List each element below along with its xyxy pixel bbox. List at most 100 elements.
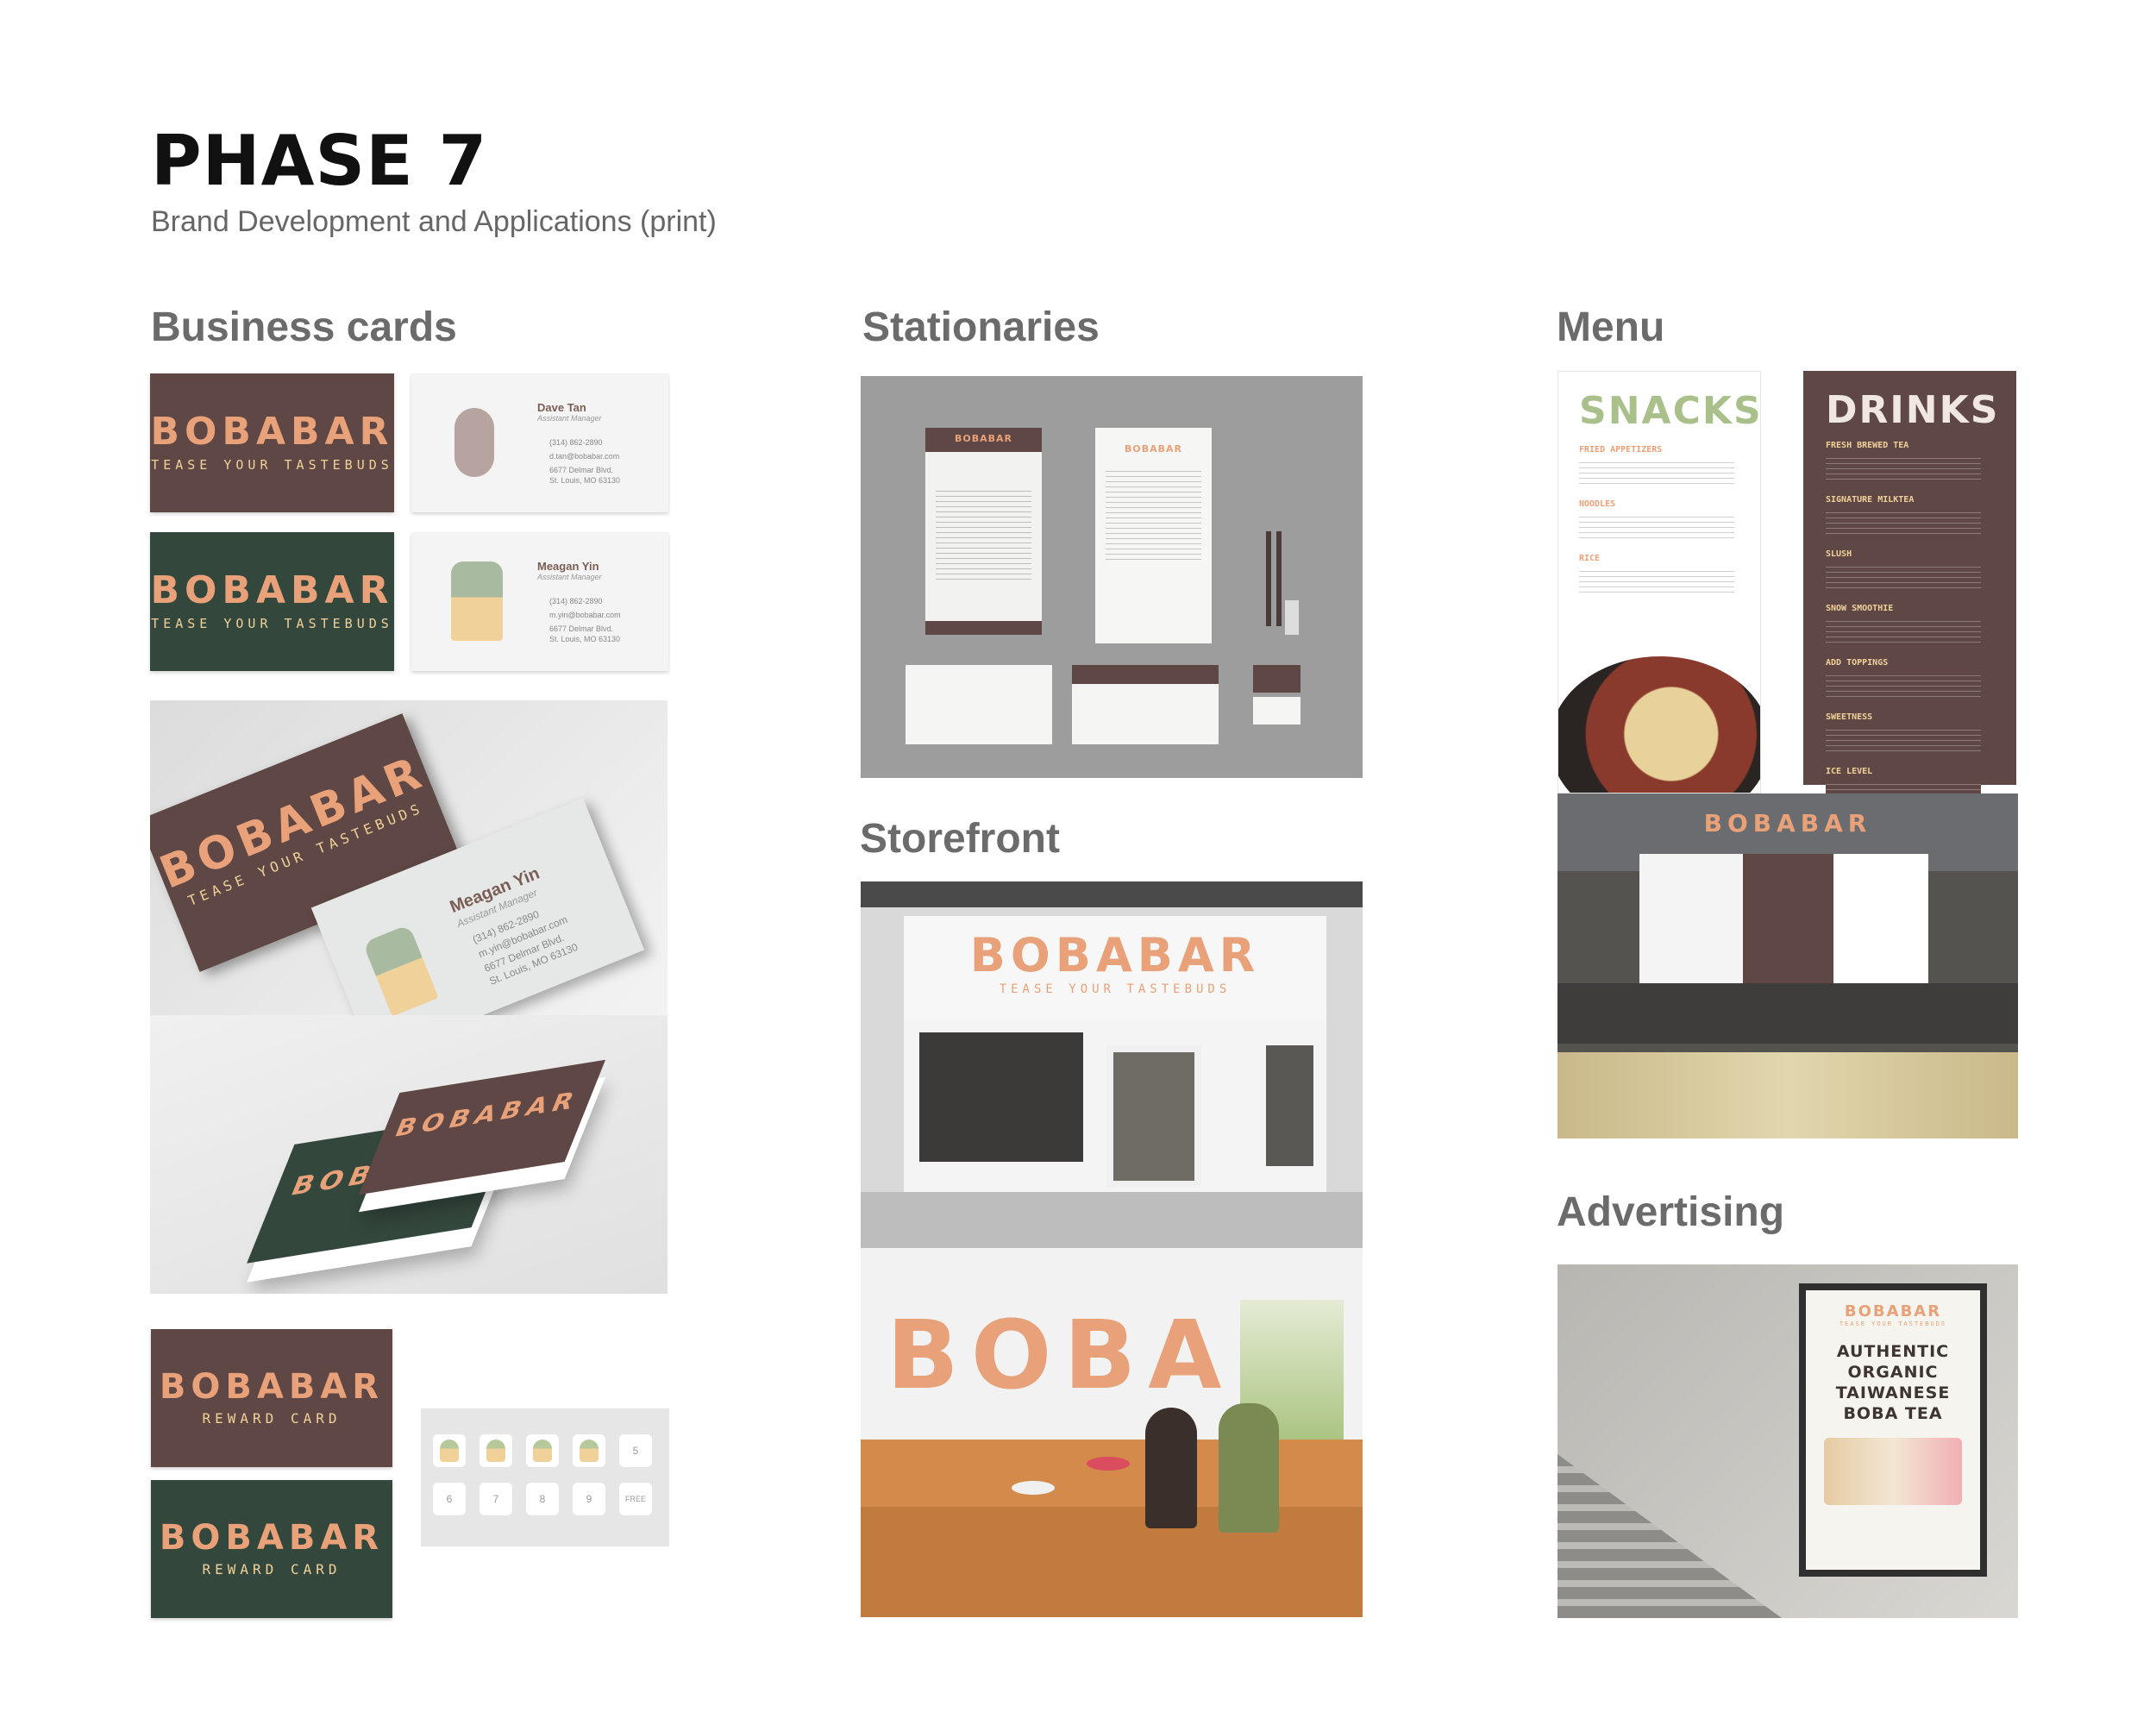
menu-item-lines [1826,617,1981,643]
menu-item-lines [1826,562,1981,588]
letterhead-white: BOBABAR [1095,428,1212,643]
brand-logo: BOBABAR [159,1518,385,1558]
ad-headline-line: TAIWANESE [1835,1383,1951,1402]
envelope-window [906,665,1052,744]
contact-phone: (314) 862-2890 [549,597,603,605]
storefront-door [1106,1045,1201,1188]
section-title-storefront: Storefront [860,816,1060,862]
contact-name: Dave Tan [537,401,586,414]
menu-section-heading: RICE [1579,554,1601,563]
reward-card-label: REWARD CARD [202,1561,342,1578]
menu-section-heading: ICE LEVEL [1826,767,1873,776]
boba-cup-icon [580,1440,599,1462]
logo-mark-m [451,561,503,641]
menu-item-lines [1826,454,1981,480]
wall-boba-letters: BOBA [887,1300,1234,1410]
ad-headline: AUTHENTIC ORGANIC TAIWANESE BOBA TEA [1806,1341,1980,1424]
contact-name: Meagan Yin [537,560,599,573]
stationery-business-card [1253,665,1300,693]
menu-section-heading: ADD TOPPINGS [1826,658,1889,668]
brand-logo: BOBABAR [159,1367,385,1407]
menu-snacks-board: SNACKS FRIED APPETIZERS NOODLES RICE [1557,371,1761,794]
brand-logo: BOBABAR [969,928,1261,982]
counter-menu-screen-2 [1743,854,1833,983]
menu-item-lines [1579,512,1734,538]
reward-stamp-slot: 9 [573,1483,605,1515]
menu-item-lines [1579,567,1734,593]
menu-section-heading: FRESH BREWED TEA [1826,441,1909,450]
brand-logo: BOBABAR [1844,1302,1942,1320]
brand-logo: BOBABAR [954,433,1012,444]
ad-poster-frame: BOBABAR TEASE YOUR TASTEBUDS AUTHENTIC OR… [1799,1283,1987,1577]
business-card-mockup-photo-2: BOBABAR BOBABAR [150,1015,667,1294]
business-card-mockup-photo-1: BOBABAR TEASE YOUR TASTEBUDS Meagan Yin … [150,700,667,1015]
noodle-bowl-photo [1558,656,1760,793]
stool [1012,1481,1055,1495]
reward-stamp-slot: FREE [619,1483,652,1515]
counter-front [1557,1052,2018,1138]
brand-tagline: TEASE YOUR TASTEBUDS [151,616,393,631]
section-title-stationaries: Stationaries [862,304,1100,350]
menu-drinks-board: DRINKS FRESH BREWED TEA SIGNATURE MILKTEA… [1803,371,2016,806]
contact-email: m.yin@bobabar.com [549,611,621,619]
storefront-sign: BOBABAR TEASE YOUR TASTEBUDS [904,916,1326,1019]
menu-counter-photo: BOBABAR [1557,794,2018,1138]
section-title-business-cards: Business cards [151,304,457,350]
menu-item-lines [1579,458,1734,484]
storefront-window [919,1032,1083,1162]
ad-poster: BOBABAR TEASE YOUR TASTEBUDS AUTHENTIC OR… [1806,1290,1980,1570]
advertising-photo: BOBABAR TEASE YOUR TASTEBUDS AUTHENTIC OR… [1557,1264,2018,1618]
brand-logo: BOBABAR [150,568,394,612]
storefront-photo: BOBABAR TEASE YOUR TASTEBUDS [861,881,1363,1248]
ad-headline-line: ORGANIC [1847,1363,1939,1382]
contact-address-1: 6677 Delmar Blvd. [549,624,614,633]
section-title-advertising: Advertising [1557,1189,1785,1235]
reward-stamp-slot [573,1434,605,1467]
menu-section-heading: FRIED APPETIZERS [1579,445,1663,455]
brand-logo: BOBABAR [390,1085,585,1143]
menu-section-heading: SNOW SMOOTHIE [1826,604,1894,613]
contact-address-2: St. Louis, MO 63130 [549,635,621,643]
counter-menu-screen-1 [1639,854,1743,983]
stairs [1557,1454,1782,1618]
reward-stamp-card: 5 6 7 8 9 FREE [421,1408,669,1546]
reward-stamp-slot [526,1434,559,1467]
pen [1276,531,1282,626]
boba-cup-icon [533,1440,552,1462]
logo-mark-m [362,924,439,1015]
boba-cup-icon [486,1440,505,1462]
reward-stamp-slot [479,1434,512,1467]
envelope-flap [1072,665,1219,744]
menu-item-lines [1826,671,1981,697]
reward-stamp-slot: 5 [619,1434,652,1467]
menu-section-heading: SLUSH [1826,549,1852,559]
stationery-business-card-white [1253,697,1300,724]
menu-snacks-title: SNACKS [1579,389,1761,433]
reward-stamp-slot: 8 [526,1483,559,1515]
pen [1266,531,1271,626]
stationery-mockup-photo: BOBABAR BOBABAR [861,376,1363,778]
business-card-back-dave: Dave Tan Assistant Manager (314) 862-289… [411,373,668,512]
binder-clip [1285,600,1299,635]
ad-drinks-photo [1824,1438,1962,1505]
menu-section-heading: SWEETNESS [1826,712,1873,722]
menu-section-heading: SIGNATURE MILKTEA [1826,495,1915,505]
sidewalk [861,1192,1363,1248]
counter-shelves [1557,983,2018,1044]
reward-stamp-slot [433,1434,466,1467]
reward-card-brown: BOBABAR REWARD CARD [151,1329,392,1467]
contact-email: d.tan@bobabar.com [549,452,620,461]
menu-drinks-sections: FRESH BREWED TEA SIGNATURE MILKTEA SLUSH SN… [1826,441,2016,806]
contact-role: Assistant Manager [537,414,602,423]
reward-card-green: BOBABAR REWARD CARD [151,1480,392,1618]
counter-menu-screen-3 [1833,854,1928,983]
stool-red [1087,1457,1130,1471]
menu-section-heading: NOODLES [1579,499,1616,509]
page-title: PHASE 7 [151,121,488,201]
reward-card-label: REWARD CARD [202,1410,342,1427]
business-card-front-green: BOBABAR TEASE YOUR TASTEBUDS [150,532,394,671]
ad-headline-line: BOBA TEA [1843,1404,1943,1423]
reward-stamp-slot: 7 [479,1483,512,1515]
contact-phone: (314) 862-2890 [549,438,603,447]
brand-tagline: TEASE YOUR TASTEBUDS [999,982,1232,996]
